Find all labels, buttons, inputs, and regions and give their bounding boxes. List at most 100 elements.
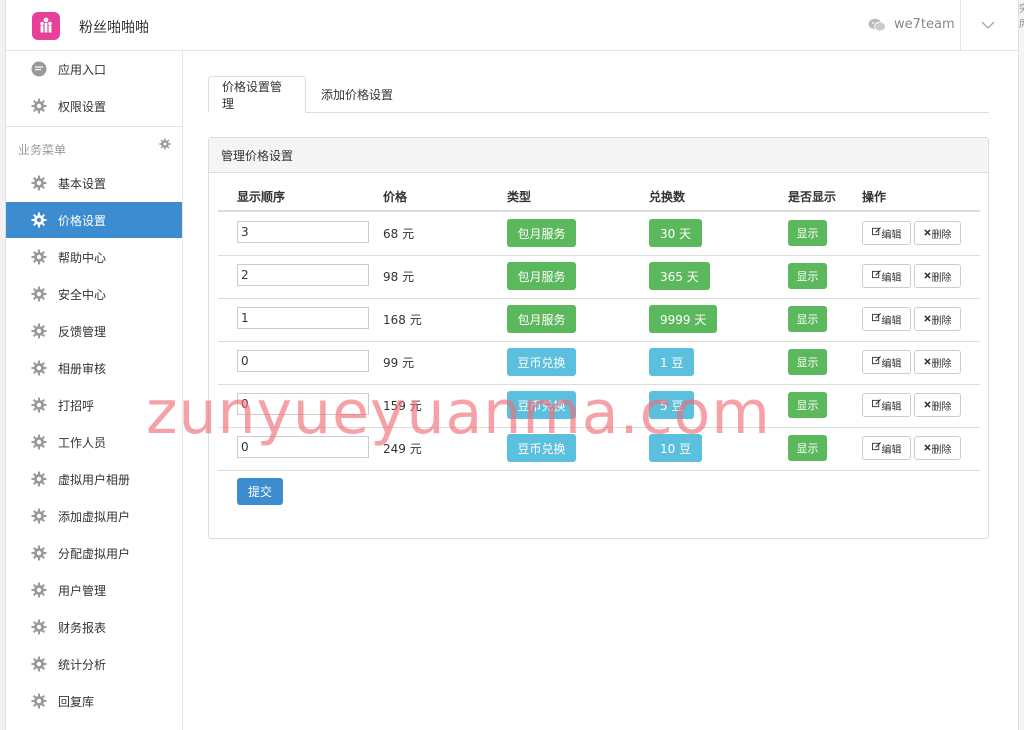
sidebar-section-header: 业务菜单 — [6, 126, 182, 163]
sidebar-item-help-center[interactable]: 帮助中心 — [6, 239, 182, 275]
small-gear-icon[interactable] — [159, 138, 171, 153]
sidebar-item-app-entry[interactable]: 应用入口 — [6, 51, 182, 87]
sidebar-item-label: 价格设置 — [58, 213, 107, 228]
price-text: 99 元 — [383, 356, 415, 370]
display-order-input[interactable] — [237, 221, 369, 243]
sidebar-item-feedback[interactable]: 反馈管理 — [6, 313, 182, 349]
edit-button[interactable]: 编辑 — [862, 393, 911, 417]
pencil-icon — [871, 442, 881, 454]
sidebar-item-label: 相册审核 — [58, 361, 107, 376]
delete-label: 删除 — [931, 401, 952, 413]
sidebar-item-reply-library[interactable]: 回复库 — [6, 683, 182, 719]
right-gutter: 突 席 — [1018, 0, 1024, 730]
price-text: 98 元 — [383, 270, 415, 284]
tab-label: 添加价格设置 — [321, 87, 394, 102]
delete-button[interactable]: 删除 — [914, 393, 961, 417]
col-header-visible: 是否显示 — [788, 190, 837, 204]
type-badge: 包月服务 — [507, 305, 576, 333]
sidebar-item-user-management[interactable]: 用户管理 — [6, 572, 182, 608]
display-order-input[interactable] — [237, 307, 369, 329]
sidebar-item-label: 应用入口 — [58, 62, 107, 77]
sidebar-item-label: 回复库 — [58, 694, 95, 709]
tab-add-price[interactable]: 添加价格设置 — [308, 76, 406, 112]
price-text: 168 元 — [383, 313, 422, 327]
sidebar-item-price-settings[interactable]: 价格设置 — [6, 202, 182, 238]
col-header-price: 价格 — [383, 190, 408, 204]
chevron-down-icon[interactable] — [976, 14, 1000, 36]
visibility-toggle-button[interactable]: 显示 — [788, 220, 827, 246]
sidebar-item-assign-virtual-user[interactable]: 分配虚拟用户 — [6, 535, 182, 571]
submit-button[interactable]: 提交 — [237, 478, 283, 505]
visibility-toggle-button[interactable]: 显示 — [788, 435, 827, 461]
table-header-divider — [218, 210, 980, 212]
delete-button[interactable]: 删除 — [914, 221, 961, 245]
app-logo-icon[interactable] — [32, 12, 60, 40]
delete-button[interactable]: 删除 — [914, 307, 961, 331]
row-divider — [218, 470, 980, 471]
wechat-icon — [868, 18, 886, 32]
sidebar-item-label: 基本设置 — [58, 176, 107, 191]
sidebar-item-label: 虚拟用户相册 — [58, 472, 131, 487]
sidebar-item-add-virtual-user[interactable]: 添加虚拟用户 — [6, 498, 182, 534]
edit-label: 编辑 — [881, 272, 902, 284]
sidebar-item-label: 统计分析 — [58, 657, 107, 672]
sidebar-item-label: 帮助中心 — [58, 250, 107, 265]
row-divider — [218, 298, 980, 299]
gear-icon — [30, 285, 48, 303]
sidebar-item-label: 财务报表 — [58, 620, 107, 635]
close-icon — [923, 357, 931, 368]
close-icon — [923, 314, 931, 325]
edit-button[interactable]: 编辑 — [862, 264, 911, 288]
gear-icon — [30, 433, 48, 451]
sidebar-item-permissions[interactable]: 权限设置 — [6, 88, 182, 124]
sidebar-item-virtual-user-album[interactable]: 虚拟用户相册 — [6, 461, 182, 497]
edit-button[interactable]: 编辑 — [862, 436, 911, 460]
app-title[interactable]: 粉丝啪啪啪 — [79, 17, 149, 37]
close-icon — [923, 271, 931, 282]
tab-price-management[interactable]: 价格设置管理 — [208, 76, 306, 113]
row-divider — [218, 341, 980, 342]
delete-button[interactable]: 删除 — [914, 350, 961, 374]
edit-label: 编辑 — [881, 358, 902, 370]
col-header-order: 显示顺序 — [237, 190, 286, 204]
edit-button[interactable]: 编辑 — [862, 307, 911, 331]
sidebar-item-security-center[interactable]: 安全中心 — [6, 276, 182, 312]
display-order-input[interactable] — [237, 264, 369, 286]
tab-label: 价格设置管理 — [222, 79, 283, 111]
display-order-input[interactable] — [237, 350, 369, 372]
sidebar-item-statistics[interactable]: 统计分析 — [6, 646, 182, 682]
gear-icon — [30, 248, 48, 266]
price-text: 68 元 — [383, 227, 415, 241]
delete-button[interactable]: 删除 — [914, 436, 961, 460]
gear-icon — [30, 618, 48, 636]
col-header-amount: 兑换数 — [649, 190, 686, 204]
edit-label: 编辑 — [881, 401, 902, 413]
visibility-toggle-button[interactable]: 显示 — [788, 349, 827, 375]
gear-icon — [30, 655, 48, 673]
sidebar-item-basic-settings[interactable]: 基本设置 — [6, 165, 182, 201]
panel-title: 管理价格设置 — [209, 138, 988, 173]
sidebar-item-label: 分配虚拟用户 — [58, 546, 131, 561]
visibility-toggle-button[interactable]: 显示 — [788, 263, 827, 289]
close-icon — [923, 443, 931, 454]
gear-icon — [30, 396, 48, 414]
col-header-actions: 操作 — [862, 190, 887, 204]
delete-button[interactable]: 删除 — [914, 264, 961, 288]
edit-button[interactable]: 编辑 — [862, 350, 911, 374]
visibility-toggle-button[interactable]: 显示 — [788, 392, 827, 418]
visibility-toggle-button[interactable]: 显示 — [788, 306, 827, 332]
sidebar-item-label: 工作人员 — [58, 435, 107, 450]
gear-icon — [30, 581, 48, 599]
delete-label: 删除 — [931, 358, 952, 370]
gear-icon — [30, 359, 48, 377]
account-menu[interactable]: we7team — [868, 17, 955, 32]
gear-icon — [30, 322, 48, 340]
pencil-icon — [871, 356, 881, 368]
row-divider — [218, 255, 980, 256]
edit-button[interactable]: 编辑 — [862, 221, 911, 245]
close-icon — [923, 228, 931, 239]
sidebar-item-finance-report[interactable]: 财务报表 — [6, 609, 182, 645]
edit-label: 编辑 — [881, 315, 902, 327]
pencil-icon — [871, 399, 881, 411]
gear-icon — [30, 692, 48, 710]
